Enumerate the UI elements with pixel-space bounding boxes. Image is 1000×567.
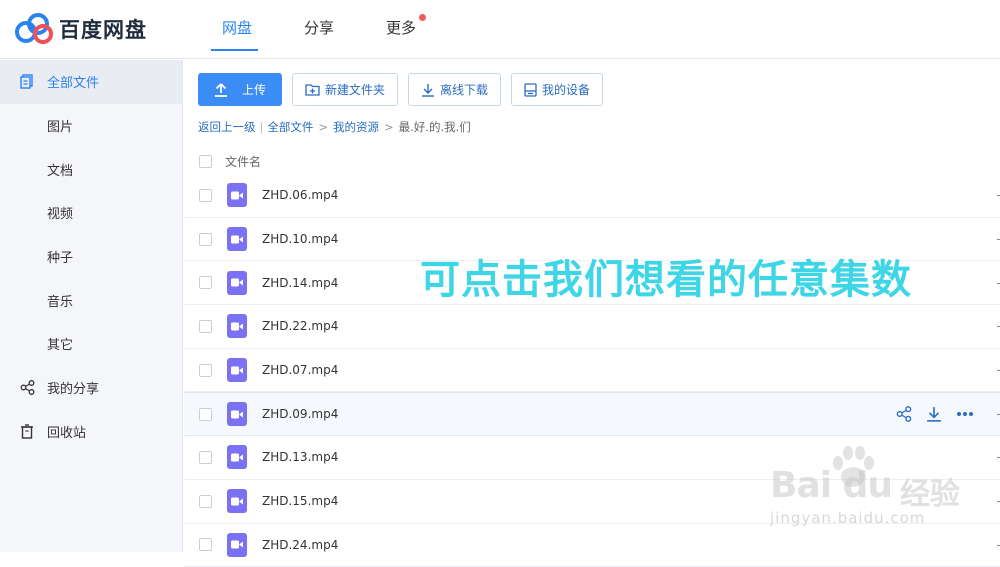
nav-more-label: 更多 [386, 19, 416, 37]
share-icon [19, 380, 35, 396]
row-checkbox[interactable] [199, 408, 212, 421]
upload-button[interactable]: 上传 [198, 73, 282, 106]
video-file-icon [227, 271, 247, 295]
download-icon [421, 83, 435, 97]
row-checkbox[interactable] [199, 451, 212, 464]
breadcrumb: 返回上一级 | 全部文件 > 我的资源 > 最.好.的.我.们 [198, 119, 471, 135]
sidebar-item-label: 视频 [47, 203, 73, 222]
new-folder-button[interactable]: 新建文件夹 [292, 73, 398, 106]
file-name[interactable]: ZHD.10.mp4 [262, 232, 338, 246]
watermark-jingyan: 经验 [900, 469, 960, 513]
breadcrumb-my-resources-link[interactable]: 我的资源 [333, 119, 379, 135]
new-folder-label: 新建文件夹 [325, 81, 385, 98]
sidebar-item-videos[interactable]: 视频 [0, 191, 182, 235]
share-icon[interactable] [896, 406, 912, 422]
toolbar: 上传 新建文件夹 离线下载 我的设备 [198, 73, 613, 106]
sidebar-item-label: 文档 [47, 160, 73, 179]
select-all-checkbox[interactable] [199, 155, 212, 168]
watermark-url: jingyan.baidu.com [770, 509, 925, 527]
sidebar-item-label: 其它 [47, 334, 73, 353]
sidebar-item-torrents[interactable]: 种子 [0, 235, 182, 279]
sidebar-item-music[interactable]: 音乐 [0, 278, 182, 322]
file-name[interactable]: ZHD.06.mp4 [262, 188, 338, 202]
nav-share[interactable]: 分享 [278, 0, 360, 59]
file-row[interactable]: ZHD.22.mp4 [184, 305, 1000, 349]
sidebar-item-my-shares[interactable]: 我的分享 [0, 366, 182, 410]
file-row[interactable]: ZHD.07.mp4 [184, 349, 1000, 393]
breadcrumb-back-link[interactable]: 返回上一级 [198, 119, 256, 135]
files-icon [19, 74, 35, 90]
video-file-icon [227, 402, 247, 426]
baidu-netdisk-logo[interactable]: 百度网盘 [14, 12, 147, 46]
overlay-caption: 可点击我们想看的任意集数 [420, 247, 912, 305]
trash-icon [19, 423, 35, 439]
sidebar-item-label: 回收站 [47, 422, 86, 441]
file-name[interactable]: ZHD.14.mp4 [262, 276, 338, 290]
row-checkbox[interactable] [199, 364, 212, 377]
file-name[interactable]: ZHD.15.mp4 [262, 494, 338, 508]
row-checkbox[interactable] [199, 320, 212, 333]
video-file-icon [227, 445, 247, 469]
video-file-icon [227, 489, 247, 513]
sidebar-item-all-files[interactable]: 全部文件 [0, 60, 182, 104]
device-icon [524, 83, 537, 97]
sidebar-item-recycle-bin[interactable]: 回收站 [0, 410, 182, 454]
video-file-icon [227, 533, 247, 557]
file-list-header: 文件名 [198, 148, 1000, 174]
nav-more[interactable]: 更多 [360, 0, 442, 59]
row-checkbox[interactable] [199, 233, 212, 246]
breadcrumb-current: 最.好.的.我.们 [399, 119, 471, 135]
breadcrumb-separator: > [318, 120, 328, 134]
file-row[interactable]: ZHD.06.mp4 [184, 174, 1000, 218]
row-checkbox[interactable] [199, 538, 212, 551]
video-file-icon [227, 314, 247, 338]
breadcrumb-all-files-link[interactable]: 全部文件 [267, 119, 313, 135]
offline-download-label: 离线下载 [440, 81, 488, 98]
download-icon[interactable] [926, 406, 942, 422]
column-header-filename[interactable]: 文件名 [225, 153, 261, 170]
logo-text: 百度网盘 [59, 14, 147, 44]
watermark-logo: Bai du [770, 465, 892, 506]
sidebar-item-documents[interactable]: 文档 [0, 147, 182, 191]
row-checkbox[interactable] [199, 189, 212, 202]
main-nav: 网盘 分享 更多 [196, 0, 442, 59]
nav-netdisk-label: 网盘 [222, 19, 252, 37]
sidebar-item-other[interactable]: 其它 [0, 322, 182, 366]
file-row-hovered[interactable]: ZHD.09.mp4 [184, 392, 1000, 436]
sidebar-item-label: 全部文件 [47, 72, 99, 91]
nav-netdisk[interactable]: 网盘 [196, 0, 278, 59]
file-name[interactable]: ZHD.13.mp4 [262, 450, 338, 464]
notification-dot [419, 14, 426, 21]
cloud-logo-icon [14, 12, 54, 46]
my-devices-button[interactable]: 我的设备 [511, 73, 603, 106]
sidebar-item-label: 种子 [47, 247, 73, 266]
sidebar-item-label: 音乐 [47, 291, 73, 310]
row-actions [882, 393, 974, 435]
breadcrumb-separator: > [384, 120, 394, 134]
sidebar-item-label: 图片 [47, 116, 73, 135]
upload-icon [214, 83, 228, 97]
breadcrumb-divider: | [260, 120, 264, 134]
row-checkbox[interactable] [199, 276, 212, 289]
sidebar-item-label: 我的分享 [47, 378, 99, 397]
file-name[interactable]: ZHD.22.mp4 [262, 319, 338, 333]
top-bar: 百度网盘 网盘 分享 更多 [0, 0, 1000, 59]
sidebar-item-images[interactable]: 图片 [0, 104, 182, 148]
file-name[interactable]: ZHD.24.mp4 [262, 538, 338, 552]
baidu-jingyan-watermark: Bai du 经验 jingyan.baidu.com [770, 445, 1000, 552]
new-folder-icon [305, 83, 320, 96]
nav-share-label: 分享 [304, 19, 334, 37]
offline-download-button[interactable]: 离线下载 [408, 73, 501, 106]
my-devices-label: 我的设备 [542, 81, 590, 98]
sidebar: 全部文件 图片 文档 视频 种子 音乐 其它 我的分享 回收站 [0, 60, 183, 552]
file-name[interactable]: ZHD.09.mp4 [262, 407, 338, 421]
file-name[interactable]: ZHD.07.mp4 [262, 363, 338, 377]
video-file-icon [227, 358, 247, 382]
video-file-icon [227, 183, 247, 207]
video-file-icon [227, 227, 247, 251]
more-options-icon[interactable] [956, 411, 974, 417]
row-checkbox[interactable] [199, 495, 212, 508]
upload-label: 上传 [242, 81, 266, 98]
